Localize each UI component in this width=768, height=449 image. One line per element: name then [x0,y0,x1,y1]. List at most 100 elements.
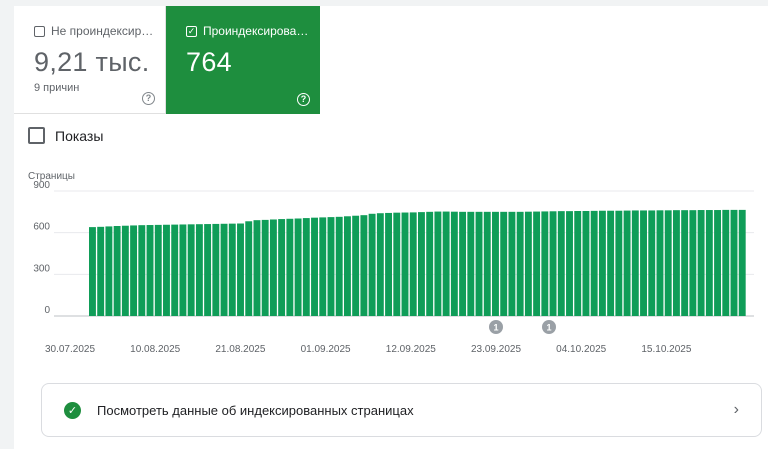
y-tick-label: 300 [33,263,50,274]
indexed-header: ✓ Проиндексирова… [186,24,320,38]
chart-bar [220,223,228,316]
annotation-label: 1 [546,323,551,333]
indexed-tile[interactable]: ✓ Проиндексирова… 764 ? [166,6,320,114]
check-circle-icon: ✓ [64,401,81,419]
chart-bar [302,218,310,316]
help-icon[interactable]: ? [297,93,310,106]
chart-bar [434,211,442,316]
help-icon[interactable]: ? [142,92,155,105]
chart-bar [697,210,705,316]
chart-bar [516,211,524,316]
chart-bar [730,209,738,316]
x-tick-label: 12.09.2025 [386,344,436,355]
not-indexed-header: Не проиндексир… [34,24,165,38]
chart-bar [286,218,294,316]
chart-bar [483,211,491,316]
chart-bar [89,227,96,316]
chart-bar [459,211,467,316]
chart-bar [442,211,450,316]
annotation-label: 1 [493,323,498,333]
chart-bar [261,219,269,316]
chart-bar [187,224,195,316]
indexed-value: 764 [186,47,232,77]
chart-bar [672,210,680,316]
chart-bar [475,211,483,316]
chart-bar [722,209,730,316]
indexed-checkbox[interactable]: ✓ [186,25,197,37]
chart-bar [146,225,154,316]
chart-bar [714,210,722,316]
chart-bar [533,211,541,316]
chart-bar [607,210,615,316]
chart-bar [393,212,401,316]
chart-bar [97,226,105,316]
chart-bar [228,223,236,316]
chart-bar [664,210,672,316]
chart-bar [705,210,713,316]
chart-bar [549,211,557,316]
chart-bar [327,217,335,316]
chart-bar [689,210,697,316]
chart-bar [335,216,343,316]
chart-bar [376,213,384,316]
chevron-right-icon: › [733,401,739,418]
chart-bar [681,210,689,316]
chart-bar [566,211,573,316]
chart-bar [212,223,220,316]
impressions-toggle[interactable]: Показы [28,127,103,144]
chart-bar [500,211,508,316]
chart-bar [450,211,458,316]
chart-bar [138,225,146,316]
chart-bar [467,211,475,316]
chart-bar [204,224,212,316]
chart-bar [615,210,623,316]
not-indexed-label: Не проиндексир… [51,24,154,38]
chart-bar [574,211,582,316]
chart-bar [385,212,393,316]
chart-bar [557,211,565,316]
chart-bar [163,224,170,316]
chart-bar [253,220,261,316]
chart-bar [656,210,664,316]
chart-bar [245,221,253,316]
chart-bar [352,215,360,316]
chart-bar [492,211,499,316]
chart-bar [623,210,631,316]
chart-bar [179,224,187,316]
chart-bar [319,217,327,316]
chart-bar [294,218,302,316]
indexed-label: Проиндексирова… [203,24,309,38]
x-tick-label: 15.10.2025 [641,344,691,355]
chart-bar [418,212,425,316]
chart-bar [311,217,318,316]
view-indexed-pages-label: Посмотреть данные об индексированных стр… [97,402,414,418]
impressions-checkbox[interactable] [28,127,45,144]
chart-bar [598,210,606,316]
not-indexed-checkbox[interactable] [34,25,45,37]
chart-bar [154,224,162,316]
chart-bar [171,224,179,316]
chart-bar [508,211,516,316]
chart-bar [582,211,590,316]
chart-bar [590,210,598,316]
chart-bar [541,211,549,316]
chart-bar [105,226,113,316]
not-indexed-tile[interactable]: Не проиндексир… 9,21 тыс. 9 причин ? [14,6,166,114]
view-indexed-pages-row[interactable]: ✓ Посмотреть данные об индексированных с… [41,383,762,437]
chart-bar [409,212,417,316]
x-tick-label: 30.07.2025 [45,344,95,355]
chart-bar [121,225,129,316]
chart-bar [631,210,639,316]
chart-bar [401,212,409,316]
y-tick-label: 900 [33,180,50,191]
chart-bar [343,216,351,316]
indexed-pages-chart: Страницы030060090030.07.2025 10.08.2025 21… [28,171,754,355]
x-tick-label: 04.10.2025 [556,344,606,355]
chart-bar [113,226,121,316]
chart-bar [368,213,376,316]
y-tick-label: 0 [44,305,50,316]
y-tick-label: 600 [33,222,50,233]
chart-bar [648,210,656,316]
index-coverage-panel: Не проиндексир… 9,21 тыс. 9 причин ? ✓ П… [14,6,768,449]
chart-bar [426,211,434,316]
